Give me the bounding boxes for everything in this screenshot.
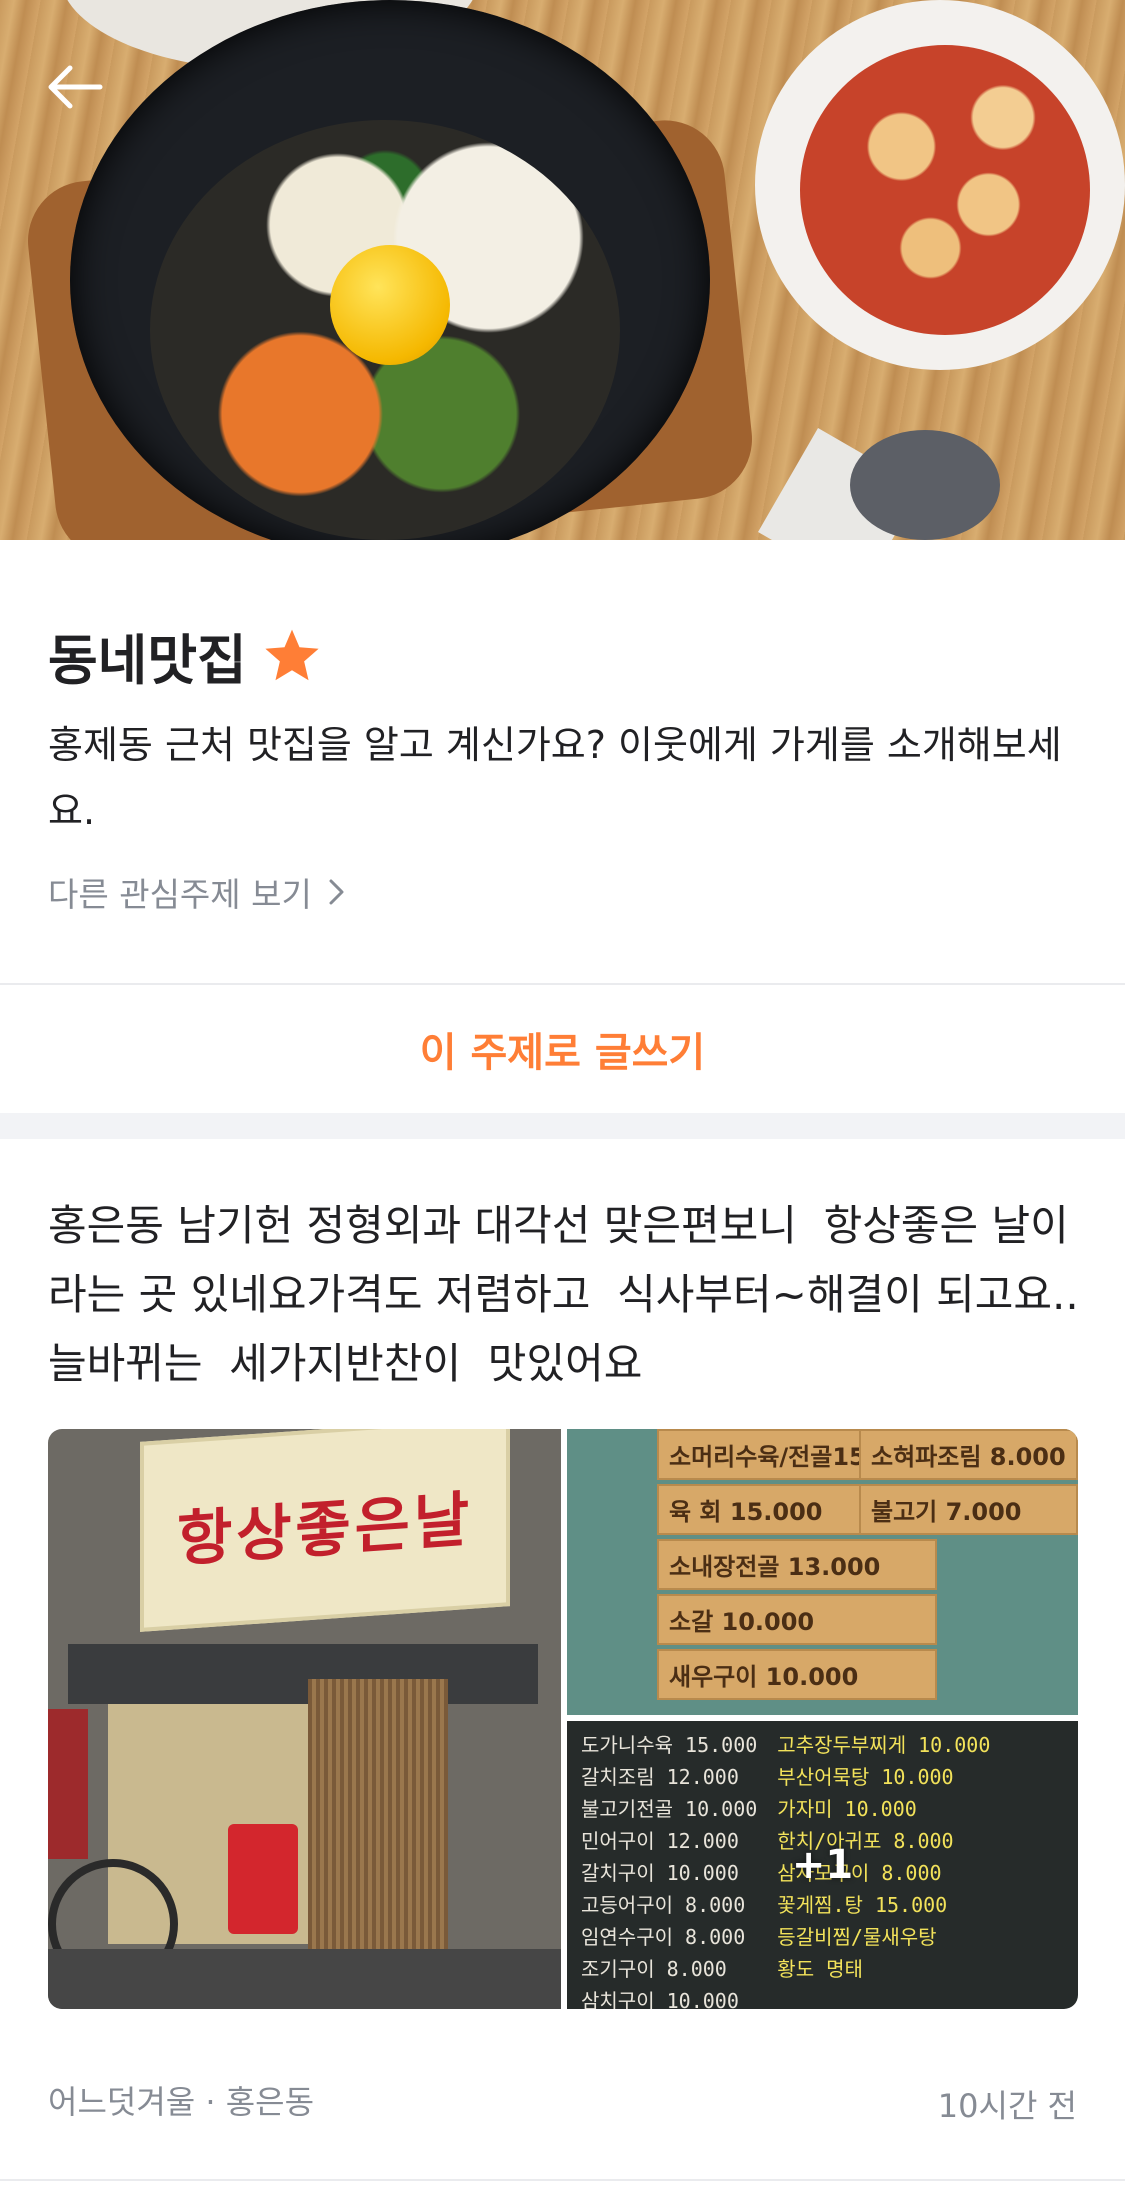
photo-menu-board-chalk[interactable]: 도가니수육 15.000 갈치조림 12.000 불고기전골 10.000 민어… xyxy=(567,1721,1078,2009)
awning xyxy=(68,1644,538,1704)
post-meta: 어느덧겨울 · 홍은동 xyxy=(48,2077,314,2123)
menu-item: 소갈 10.000 xyxy=(657,1594,937,1645)
menu-planks-right: 소혀파조림 8.000 불고기 7.000 xyxy=(859,1429,1078,1535)
side-sign xyxy=(48,1709,88,1859)
kkakdugi xyxy=(800,45,1090,335)
more-photos-count: +1 xyxy=(791,1842,854,1888)
divider xyxy=(0,2179,1125,2181)
post-time: 10시간 전 xyxy=(937,2087,1077,2125)
red-chair xyxy=(228,1824,298,1934)
menu-item: 불고기 7.000 xyxy=(859,1484,1078,1535)
write-post-button[interactable]: 이 주제로 글쓰기 xyxy=(0,985,1125,1113)
photo-storefront[interactable]: 항상좋은날 xyxy=(48,1429,561,2009)
road xyxy=(48,1949,561,2009)
topic-section: 동네맛집 홍제동 근처 맛집을 알고 계신가요? 이웃에게 가게를 소개해보세요… xyxy=(0,540,1125,985)
photo-menu-board-wood[interactable]: 소머리수육/전골15.000 육 회 15.000 소내장전골 13.000 소… xyxy=(567,1429,1078,1715)
menu-item: 새우구이 10.000 xyxy=(657,1649,937,1700)
topic-title-row: 동네맛집 xyxy=(48,616,323,695)
other-topics-label: 다른 관심주제 보기 xyxy=(48,875,312,914)
post-photos[interactable]: 항상좋은날 소머리수육/전골15.000 육 회 15.000 소내장전골 13… xyxy=(48,1429,1078,2009)
menu-item: 소내장전골 13.000 xyxy=(657,1539,937,1590)
topic-title: 동네맛집 xyxy=(48,629,247,692)
star-icon xyxy=(265,629,319,680)
topic-description: 홍제동 근처 맛집을 알고 계신가요? 이웃에게 가게를 소개해보세요. xyxy=(48,723,1062,833)
post-author: 어느덧겨울 xyxy=(48,2083,196,2121)
store-sign: 항상좋은날 xyxy=(140,1429,510,1632)
back-button[interactable] xyxy=(40,52,110,122)
back-arrow-icon xyxy=(48,65,103,109)
menu-item: 소혀파조림 8.000 xyxy=(859,1429,1078,1480)
section-gap xyxy=(0,1113,1125,1139)
post-text: 홍은동 남기헌 정형외과 대각선 맞은편보니 항상좋은 날이라는 곳 있네요가격… xyxy=(48,1201,1079,1388)
egg-yolk xyxy=(330,245,450,365)
spoon xyxy=(850,430,1000,540)
post-location: 홍은동 xyxy=(225,2083,315,2121)
chevron-right-icon xyxy=(329,879,344,905)
other-topics-link[interactable]: 다른 관심주제 보기 xyxy=(48,868,348,916)
post-card[interactable]: 홍은동 남기헌 정형외과 대각선 맞은편보니 항상좋은 날이라는 곳 있네요가격… xyxy=(0,1139,1125,2189)
meta-separator: · xyxy=(205,2083,216,2121)
hero-image xyxy=(0,0,1125,540)
